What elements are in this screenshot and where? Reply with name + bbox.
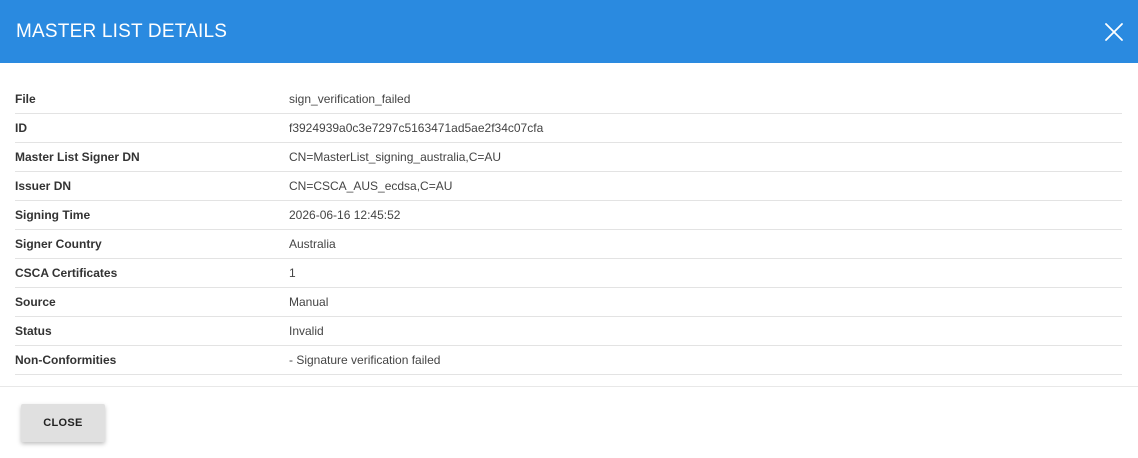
close-icon[interactable]: [1092, 10, 1136, 54]
detail-value: sign_verification_failed: [289, 85, 1122, 114]
detail-label: Source: [15, 287, 289, 317]
detail-label: Status: [15, 316, 289, 346]
detail-label: Issuer DN: [15, 171, 289, 201]
detail-label: Signer Country: [15, 229, 289, 259]
table-row: Master List Signer DN CN=MasterList_sign…: [15, 142, 1122, 172]
table-row: Status Invalid: [15, 316, 1122, 346]
detail-value: Invalid: [289, 316, 1122, 346]
table-row: Source Manual: [15, 287, 1122, 317]
detail-value: CN=CSCA_AUS_ecdsa,C=AU: [289, 171, 1122, 201]
close-button[interactable]: CLOSE: [21, 404, 105, 442]
dialog-footer: CLOSE: [0, 386, 1138, 458]
detail-label: File: [15, 85, 289, 114]
table-row: Signer Country Australia: [15, 229, 1122, 259]
detail-value: Australia: [289, 229, 1122, 259]
table-row: Non-Conformities - Signature verificatio…: [15, 345, 1122, 375]
dialog-header: MASTER LIST DETAILS: [0, 0, 1138, 63]
master-list-details-dialog: MASTER LIST DETAILS File sign_verificati…: [0, 0, 1138, 458]
detail-value: CN=MasterList_signing_australia,C=AU: [289, 142, 1122, 172]
table-row: ID f3924939a0c3e7297c5163471ad5ae2f34c07…: [15, 113, 1122, 143]
dialog-title: MASTER LIST DETAILS: [16, 20, 228, 42]
detail-value: 1: [289, 258, 1122, 288]
table-row: Issuer DN CN=CSCA_AUS_ecdsa,C=AU: [15, 171, 1122, 201]
dialog-content: File sign_verification_failed ID f392493…: [0, 63, 1138, 375]
detail-value: - Signature verification failed: [289, 345, 1122, 375]
detail-value: 2026-06-16 12:45:52: [289, 200, 1122, 230]
detail-label: ID: [15, 113, 289, 143]
detail-value: f3924939a0c3e7297c5163471ad5ae2f34c07cfa: [289, 113, 1122, 143]
detail-value: Manual: [289, 287, 1122, 317]
detail-label: CSCA Certificates: [15, 258, 289, 288]
table-row: CSCA Certificates 1: [15, 258, 1122, 288]
detail-label: Master List Signer DN: [15, 142, 289, 172]
close-icon-glyph: [1105, 22, 1123, 41]
table-row: File sign_verification_failed: [15, 85, 1122, 114]
detail-label: Signing Time: [15, 200, 289, 230]
details-table: File sign_verification_failed ID f392493…: [15, 85, 1122, 375]
table-row: Signing Time 2026-06-16 12:45:52: [15, 200, 1122, 230]
detail-label: Non-Conformities: [15, 345, 289, 375]
